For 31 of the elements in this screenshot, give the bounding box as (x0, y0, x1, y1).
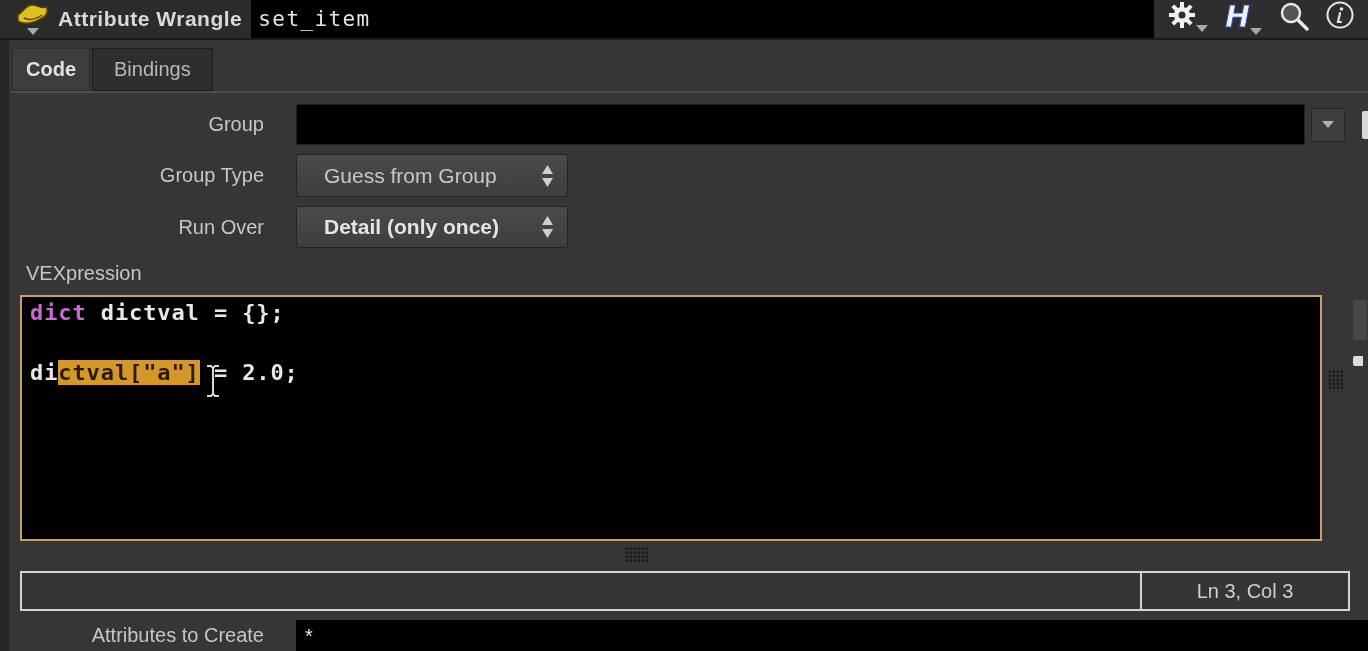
parameter-label: Attributes to Create (90, 623, 264, 648)
code-editor[interactable]: dict dictval = {}; dictval["a"] = 2.0; (20, 295, 1322, 541)
info-icon (1325, 1, 1354, 29)
side-button[interactable] (1362, 110, 1368, 139)
code-line: dict dictval = {}; (30, 299, 285, 327)
caret-icon (1250, 28, 1263, 35)
help-button[interactable]: H (1225, 1, 1263, 37)
parameter-label: Group (207, 113, 264, 136)
grip-icon[interactable] (1328, 370, 1344, 390)
cursor-position-label: Ln 3, Col 3 (1140, 573, 1348, 609)
up-down-arrows-icon (542, 163, 553, 188)
parameter-label: Run Over (177, 215, 264, 239)
caret-icon (1322, 121, 1334, 128)
node-type-label: Attribute Wrangle (57, 6, 244, 32)
input-field[interactable]: * (296, 620, 1368, 651)
up-down-arrows-icon (542, 215, 553, 239)
menu-button[interactable]: Guess from Group (296, 154, 568, 197)
caret-icon (1196, 25, 1209, 32)
menu-button[interactable]: Detail (only once) (296, 206, 568, 248)
tab[interactable]: Code (12, 48, 90, 91)
parameter-label: Group Type (158, 164, 264, 187)
dropdown-button[interactable] (1311, 107, 1345, 142)
section-label: VEXpression (25, 262, 142, 284)
tab[interactable]: Bindings (92, 48, 213, 91)
node-name-field[interactable]: set_item (251, 0, 1154, 38)
hat-icon (16, 3, 50, 27)
search-icon (1278, 1, 1309, 31)
code-line: dictval["a"] = 2.0; (30, 359, 299, 387)
input-field[interactable] (296, 104, 1305, 145)
grip-icon[interactable] (625, 547, 649, 563)
caret-icon (27, 28, 39, 35)
